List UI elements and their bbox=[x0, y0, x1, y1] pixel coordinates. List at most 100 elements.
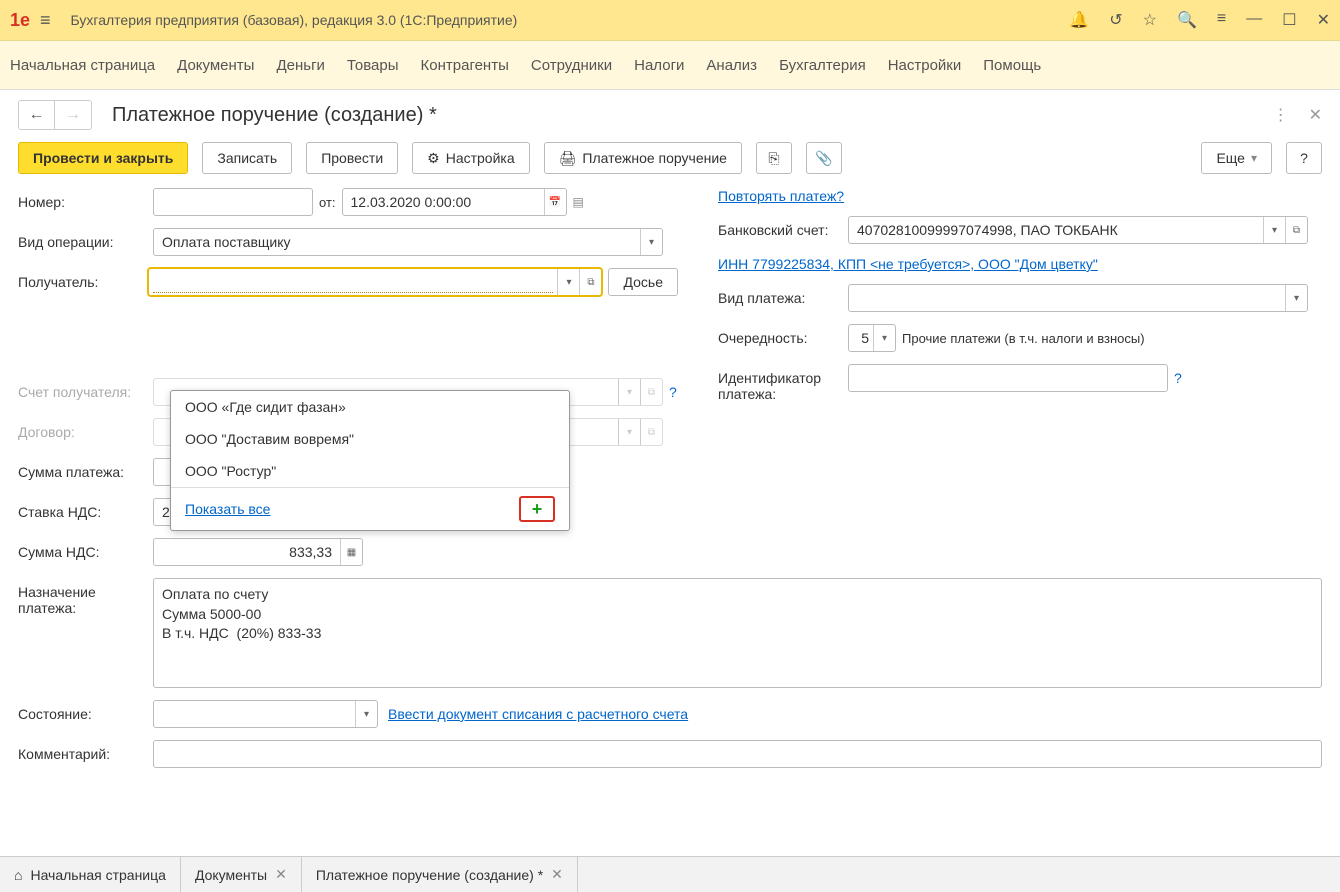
priority-description: Прочие платежи (в т.ч. налоги и взносы) bbox=[902, 331, 1145, 346]
bank-account-label: Банковский счет: bbox=[718, 216, 848, 238]
identifier-input[interactable] bbox=[848, 364, 1168, 392]
search-icon[interactable]: 🔍 bbox=[1177, 10, 1197, 30]
chevron-down-icon[interactable]: ▾ bbox=[618, 419, 640, 445]
operation-select[interactable]: Оплата поставщику ▾ bbox=[153, 228, 663, 256]
bank-account-input[interactable]: 40702810099997074998, ПАО ТОКБАНК ▾ ⧉ bbox=[848, 216, 1308, 244]
recipient-value bbox=[153, 271, 553, 293]
document-title: Платежное поручение (создание) * bbox=[112, 104, 1273, 127]
repeat-payment-link[interactable]: Повторять платеж? bbox=[718, 188, 844, 204]
chevron-down-icon[interactable]: ▾ bbox=[640, 229, 662, 255]
dropdown-item[interactable]: ООО "Доставим вовремя" bbox=[171, 423, 569, 455]
vat-sum-input[interactable]: 833,33 ▦ bbox=[153, 538, 363, 566]
add-new-button[interactable]: + bbox=[519, 496, 555, 522]
tab-home[interactable]: ⌂ Начальная страница bbox=[0, 857, 181, 892]
dossier-button[interactable]: Досье bbox=[608, 268, 678, 296]
menu-help[interactable]: Помощь bbox=[983, 57, 1041, 74]
post-and-close-button[interactable]: Провести и закрыть bbox=[18, 142, 188, 174]
filter-icon[interactable]: ≡ bbox=[1217, 10, 1226, 30]
comment-input[interactable] bbox=[153, 740, 1322, 768]
recipient-input[interactable]: ▾ ⧉ bbox=[148, 268, 602, 296]
menu-contractors[interactable]: Контрагенты bbox=[421, 57, 509, 74]
title-bar-icons: 🔔 ↺ ☆ 🔍 ≡ — ☐ ✕ bbox=[1069, 10, 1330, 30]
priority-value: 5 bbox=[849, 325, 873, 351]
contract-label: Договор: bbox=[18, 418, 153, 440]
menu-employees[interactable]: Сотрудники bbox=[531, 57, 612, 74]
chevron-down-icon[interactable]: ▾ bbox=[557, 269, 579, 295]
open-icon[interactable]: ⧉ bbox=[579, 269, 601, 295]
inn-link[interactable]: ИНН 7799225834, КПП <не требуется>, ООО … bbox=[718, 256, 1098, 272]
menu-start[interactable]: Начальная страница bbox=[10, 57, 155, 74]
chevron-down-icon[interactable]: ▾ bbox=[1263, 217, 1285, 243]
priority-input[interactable]: 5 ▾ bbox=[848, 324, 896, 352]
payment-type-select[interactable]: ▾ bbox=[848, 284, 1308, 312]
attach-icon-button[interactable]: 📎 bbox=[806, 142, 842, 174]
menu-accounting[interactable]: Бухгалтерия bbox=[779, 57, 866, 74]
kebab-icon[interactable]: ⋮ bbox=[1273, 105, 1289, 125]
tab-label: Начальная страница bbox=[30, 867, 165, 883]
tab-documents[interactable]: Документы ✕ bbox=[181, 857, 302, 892]
chevron-down-icon[interactable]: ▾ bbox=[1285, 285, 1307, 311]
dropdown-item[interactable]: ООО "Ростур" bbox=[171, 455, 569, 487]
menu-taxes[interactable]: Налоги bbox=[634, 57, 684, 74]
bell-icon[interactable]: 🔔 bbox=[1069, 10, 1089, 30]
more-button[interactable]: Еще ▾ bbox=[1201, 142, 1272, 174]
settings-label: Настройка bbox=[446, 150, 515, 166]
menu-settings[interactable]: Настройки bbox=[888, 57, 962, 74]
recipient-account-label: Счет получателя: bbox=[18, 378, 153, 400]
show-all-link[interactable]: Показать все bbox=[185, 501, 270, 517]
identifier-label: Идентификатор платежа: bbox=[718, 364, 848, 402]
close-tab-icon[interactable]: ✕ bbox=[1309, 105, 1322, 125]
logo-1c-icon: 1e bbox=[10, 10, 30, 31]
writeoff-link[interactable]: Ввести документ списания с расчетного сч… bbox=[388, 706, 688, 722]
calc-icon[interactable]: ▦ bbox=[340, 539, 362, 565]
help-icon[interactable]: ? bbox=[1174, 370, 1182, 386]
menu-goods[interactable]: Товары bbox=[347, 57, 399, 74]
open-icon[interactable]: ⧉ bbox=[640, 379, 662, 405]
status-value bbox=[154, 701, 355, 727]
menu-documents[interactable]: Документы bbox=[177, 57, 254, 74]
print-button[interactable]: 🖨Платежное поручение bbox=[544, 142, 742, 174]
maximize-icon[interactable]: ☐ bbox=[1282, 10, 1296, 30]
operation-label: Вид операции: bbox=[18, 228, 153, 250]
list-icon[interactable]: ▤ bbox=[573, 195, 584, 209]
nav-forward-button[interactable]: → bbox=[55, 101, 91, 129]
open-icon[interactable]: ⧉ bbox=[640, 419, 662, 445]
post-button[interactable]: Провести bbox=[306, 142, 398, 174]
operation-value: Оплата поставщику bbox=[154, 229, 640, 255]
hamburger-icon[interactable]: ≡ bbox=[40, 10, 51, 31]
chevron-down-icon[interactable]: ▾ bbox=[618, 379, 640, 405]
purpose-textarea[interactable]: Оплата по счету Сумма 5000-00 В т.ч. НДС… bbox=[153, 578, 1322, 688]
structure-icon-button[interactable]: ⎘ bbox=[756, 142, 792, 174]
tab-payment-order[interactable]: Платежное поручение (создание) * ✕ bbox=[302, 857, 578, 892]
minimize-icon[interactable]: — bbox=[1246, 10, 1262, 30]
close-icon[interactable]: ✕ bbox=[275, 866, 287, 883]
bank-account-value: 40702810099997074998, ПАО ТОКБАНК bbox=[849, 217, 1263, 243]
calendar-icon[interactable]: 📅 bbox=[544, 189, 566, 215]
menu-money[interactable]: Деньги bbox=[276, 57, 324, 74]
menu-analysis[interactable]: Анализ bbox=[706, 57, 757, 74]
chevron-down-icon[interactable]: ▾ bbox=[873, 325, 895, 351]
dropdown-item[interactable]: ООО «Где сидит фазан» bbox=[171, 391, 569, 423]
vat-sum-label: Сумма НДС: bbox=[18, 538, 153, 560]
content-area: ← → Платежное поручение (создание) * ⋮ ✕… bbox=[0, 90, 1340, 856]
close-icon[interactable]: ✕ bbox=[1317, 10, 1330, 30]
title-bar: 1e ≡ Бухгалтерия предприятия (базовая), … bbox=[0, 0, 1340, 40]
vat-rate-label: Ставка НДС: bbox=[18, 498, 153, 520]
chevron-down-icon: ▾ bbox=[1251, 151, 1257, 165]
nav-back-button[interactable]: ← bbox=[19, 101, 55, 129]
history-icon[interactable]: ↺ bbox=[1109, 10, 1122, 30]
help-icon[interactable]: ? bbox=[669, 384, 677, 400]
status-select[interactable]: ▾ bbox=[153, 700, 378, 728]
help-button[interactable]: ? bbox=[1286, 142, 1322, 174]
save-button[interactable]: Записать bbox=[202, 142, 292, 174]
settings-button[interactable]: ⚙Настройка bbox=[412, 142, 529, 174]
star-icon[interactable]: ☆ bbox=[1143, 10, 1157, 30]
close-icon[interactable]: ✕ bbox=[551, 866, 563, 883]
vat-sum-value: 833,33 bbox=[154, 539, 340, 565]
document-header: ← → Платежное поручение (создание) * ⋮ ✕ bbox=[18, 100, 1322, 130]
tab-label: Документы bbox=[195, 867, 267, 883]
number-input[interactable] bbox=[153, 188, 313, 216]
date-input[interactable]: 12.03.2020 0:00:00 📅 bbox=[342, 188, 567, 216]
chevron-down-icon[interactable]: ▾ bbox=[355, 701, 377, 727]
open-icon[interactable]: ⧉ bbox=[1285, 217, 1307, 243]
